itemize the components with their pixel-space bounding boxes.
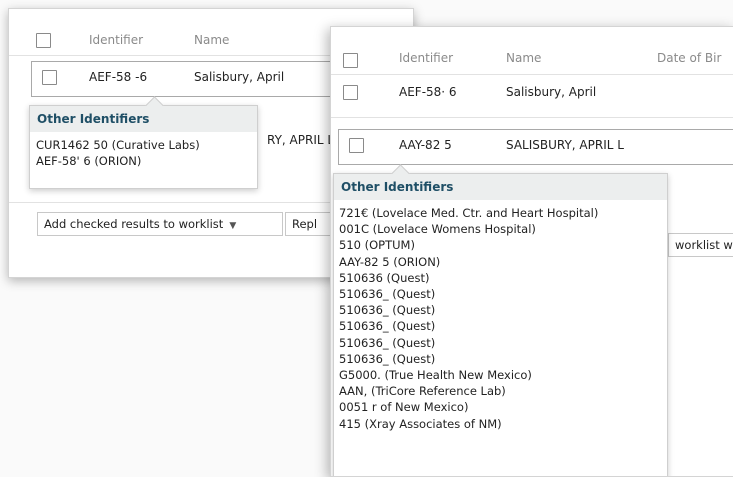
- identifier-item: 510636 (Quest): [339, 270, 430, 285]
- column-header-date-of-birth[interactable]: Date of Bir: [657, 51, 721, 65]
- row-name[interactable]: SALISBURY, APRIL L: [506, 138, 624, 152]
- row-checkbox[interactable]: [343, 85, 358, 100]
- replace-worklist-label: Repl: [292, 217, 318, 231]
- identifier-item: 510636_ (Quest): [339, 335, 436, 350]
- popover-title: Other Identifiers: [334, 174, 667, 200]
- column-header-identifier[interactable]: Identifier: [399, 51, 453, 65]
- select-all-checkbox[interactable]: [343, 53, 358, 68]
- identifier-item: 001C (Lovelace Womens Hospital): [339, 222, 536, 237]
- identifier-item: AEF-58' 6 (ORION): [36, 154, 142, 169]
- identifier-item: G5000. (True Health New Mexico): [339, 368, 532, 383]
- header-divider: [331, 74, 733, 75]
- column-header-name[interactable]: Name: [506, 51, 541, 65]
- chevron-down-icon: ▼: [229, 221, 237, 231]
- identifier-item: 510636_ (Quest): [339, 319, 436, 334]
- identifier-item: AAN, (TriCore Reference Lab): [339, 384, 506, 399]
- identifier-item: 510 (OPTUM): [339, 238, 415, 253]
- identifier-item: 415 (Xray Associates of NM): [339, 416, 502, 431]
- row-identifier[interactable]: AEF-58 -6: [89, 70, 147, 84]
- column-header-name[interactable]: Name: [194, 33, 229, 47]
- worklist-select-label: worklist w: [675, 238, 733, 252]
- row-checkbox[interactable]: [42, 70, 57, 85]
- identifier-item: 510636_ (Quest): [339, 351, 436, 366]
- add-to-worklist-label: Add checked results to worklist: [44, 217, 224, 231]
- identifier-item: 510636_ (Quest): [339, 303, 436, 318]
- popover-title: Other Identifiers: [30, 106, 257, 132]
- front-results-panel: Identifier Name Date of Bir AEF-58· 6 Sa…: [330, 26, 733, 477]
- worklist-select-partial[interactable]: worklist w: [668, 233, 733, 257]
- row-checkbox[interactable]: [349, 138, 364, 153]
- identifier-item: CUR1462 50 (Curative Labs): [36, 138, 200, 152]
- identifier-item: AAY-82 5 (ORION): [339, 254, 441, 269]
- other-identifiers-popover: Other Identifiers 721€ (Lovelace Med. Ct…: [333, 164, 668, 476]
- row-name[interactable]: Salisbury, April: [506, 85, 596, 99]
- column-header-identifier[interactable]: Identifier: [89, 33, 143, 47]
- row-identifier[interactable]: AAY-82 5: [399, 138, 452, 152]
- row-name-partial: RY, APRIL L: [267, 133, 335, 147]
- row-name[interactable]: Salisbury, April: [194, 70, 284, 84]
- add-to-worklist-select[interactable]: Add checked results to worklist ▼: [37, 212, 283, 236]
- select-all-checkbox[interactable]: [36, 33, 51, 48]
- identifier-item: 0051 r of New Mexico): [339, 400, 469, 415]
- identifier-item: 721€ (Lovelace Med. Ctr. and Heart Hospi…: [339, 206, 599, 220]
- row-identifier[interactable]: AEF-58· 6: [399, 85, 457, 99]
- row-divider: [331, 117, 733, 118]
- identifier-item: 510636_ (Quest): [339, 287, 436, 302]
- other-identifiers-popover: Other Identifiers CUR1462 50 (Curative L…: [29, 96, 258, 189]
